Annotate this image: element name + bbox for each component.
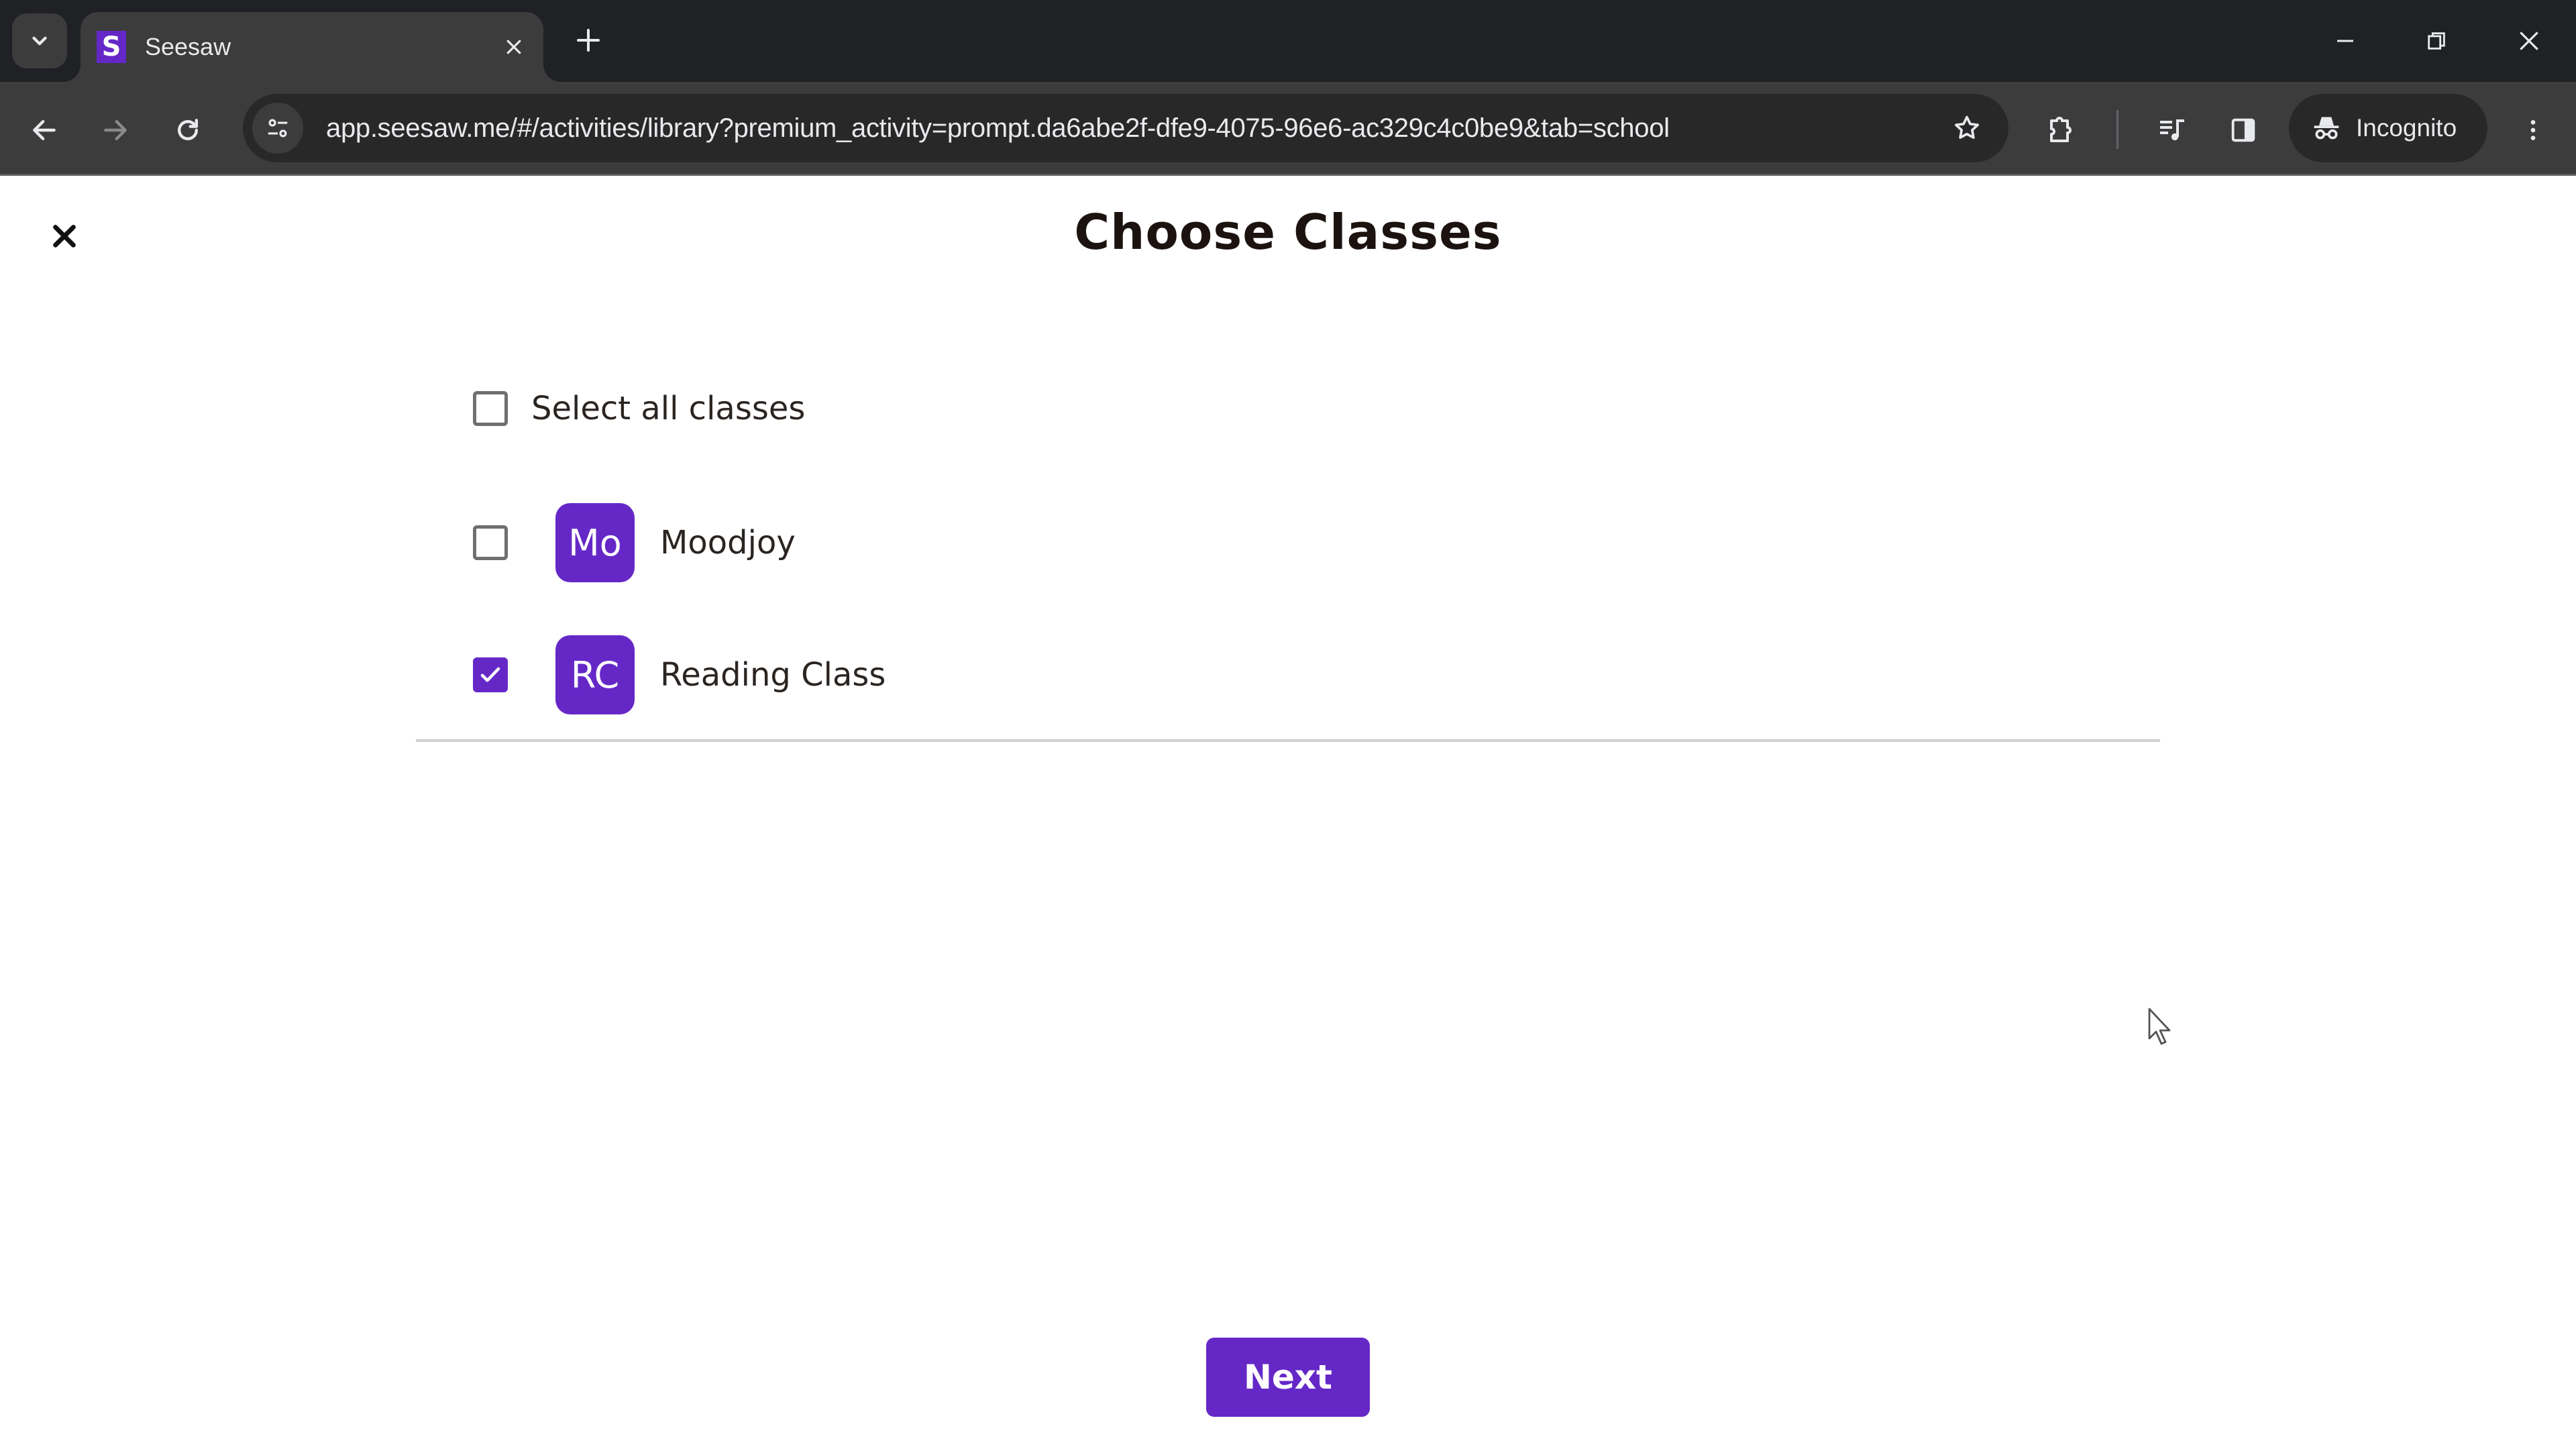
site-info-button[interactable] — [252, 103, 303, 154]
seesaw-favicon-icon: S — [97, 31, 126, 63]
incognito-label: Incognito — [2356, 114, 2457, 142]
next-button[interactable]: Next — [1206, 1338, 1370, 1417]
reload-icon — [177, 119, 199, 141]
music-queue-icon — [2160, 119, 2184, 141]
side-panel-icon — [2231, 118, 2255, 142]
minimize-button[interactable] — [2305, 11, 2385, 71]
back-button[interactable] — [17, 103, 71, 157]
incognito-badge[interactable]: Incognito — [2289, 94, 2487, 162]
class-row[interactable]: RC Reading Class — [416, 625, 2160, 725]
incognito-icon — [2314, 117, 2339, 140]
select-all-label: Select all classes — [531, 390, 806, 427]
tab-title: Seesaw — [145, 33, 231, 60]
list-divider — [416, 739, 2160, 742]
class-name: Moodjoy — [660, 524, 796, 561]
close-icon — [506, 40, 521, 54]
star-icon — [1955, 115, 1979, 139]
class-avatar: Mo — [555, 503, 635, 582]
restore-button[interactable] — [2396, 11, 2477, 71]
class-name: Reading Class — [660, 656, 886, 694]
more-vertical-icon — [2530, 120, 2536, 140]
mouse-cursor-icon — [2148, 1008, 2171, 1045]
browser-menu-button[interactable] — [2506, 102, 2560, 158]
toolbar-separator — [2116, 110, 2118, 149]
bookmark-button[interactable] — [1940, 101, 1994, 155]
plus-icon — [577, 29, 600, 52]
tab-close-button[interactable] — [494, 27, 534, 67]
restore-icon — [2428, 32, 2445, 50]
choose-classes-page: Choose Classes Select all classes Mo Moo… — [0, 177, 2576, 1449]
tab-search-button[interactable] — [12, 13, 67, 68]
chevron-down-icon — [32, 36, 47, 46]
arrow-right-icon — [104, 119, 127, 141]
class-checkbox[interactable] — [473, 657, 508, 692]
browser-tab-seesaw[interactable]: S Seesaw — [80, 12, 543, 82]
side-panel-button[interactable] — [2215, 102, 2271, 158]
page-title: Choose Classes — [1074, 204, 1502, 260]
class-checkbox[interactable] — [473, 525, 508, 560]
select-all-row[interactable]: Select all classes — [416, 358, 2160, 459]
close-icon — [2520, 32, 2538, 50]
reload-button[interactable] — [161, 103, 215, 157]
address-bar[interactable]: app.seesaw.me/#/activities/library?premi… — [243, 94, 2008, 162]
class-avatar: RC — [555, 635, 635, 714]
media-controls-button[interactable] — [2144, 102, 2200, 158]
class-row[interactable]: Mo Moodjoy — [416, 492, 2160, 593]
minimize-icon — [2337, 40, 2353, 42]
browser-tab-strip: S Seesaw — [0, 0, 2576, 82]
arrow-left-icon — [33, 119, 56, 141]
url-text[interactable]: app.seesaw.me/#/activities/library?premi… — [326, 113, 1940, 144]
checkmark-icon — [480, 667, 500, 682]
tune-icon — [268, 119, 288, 138]
new-tab-button[interactable] — [567, 19, 610, 62]
puzzle-icon — [2050, 117, 2072, 142]
window-close-button[interactable] — [2489, 11, 2569, 71]
forward-button[interactable] — [89, 103, 142, 157]
extensions-button[interactable] — [2033, 102, 2089, 158]
browser-toolbar: app.seesaw.me/#/activities/library?premi… — [0, 82, 2576, 176]
select-all-checkbox[interactable] — [473, 391, 508, 426]
